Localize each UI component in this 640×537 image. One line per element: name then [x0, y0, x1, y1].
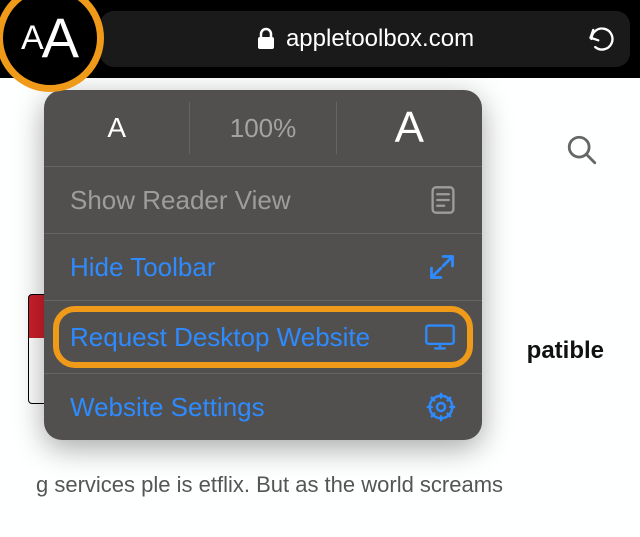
url-field[interactable]: appletoolbox.com: [100, 11, 630, 67]
request-desktop-website-item[interactable]: Request Desktop Website: [44, 301, 482, 373]
reader-icon: [420, 185, 456, 215]
search-icon: [565, 133, 599, 167]
hide-toolbar-item[interactable]: Hide Toolbar: [44, 234, 482, 300]
zoom-percent-label: 100%: [230, 113, 297, 144]
show-reader-view-label: Show Reader View: [70, 185, 291, 216]
gear-icon: [420, 392, 456, 422]
zoom-in-a-icon: A: [395, 103, 424, 153]
zoom-out-button[interactable]: A: [44, 90, 189, 166]
show-reader-view-item[interactable]: Show Reader View: [44, 167, 482, 233]
request-desktop-website-label: Request Desktop Website: [70, 322, 370, 353]
reload-icon: [588, 25, 616, 53]
website-settings-label: Website Settings: [70, 392, 265, 423]
article-headline: patible: [527, 333, 604, 369]
page-search-button[interactable]: [560, 128, 604, 172]
zoom-out-a-icon: A: [107, 112, 126, 144]
zoom-row: A 100% A: [44, 90, 482, 166]
reload-button[interactable]: [588, 25, 616, 53]
hide-toolbar-label: Hide Toolbar: [70, 252, 216, 283]
expand-icon: [420, 253, 456, 281]
website-settings-item[interactable]: Website Settings: [44, 374, 482, 440]
text-size-large-a-icon: A: [42, 10, 79, 66]
aa-popover: A 100% A Show Reader View Hide Toolbar: [44, 90, 482, 440]
text-size-small-a-icon: A: [21, 21, 44, 55]
article-body: g services ple is etflix. But as the wor…: [36, 468, 604, 502]
zoom-in-button[interactable]: A: [337, 90, 482, 166]
lock-icon: [256, 27, 276, 51]
url-domain: appletoolbox.com: [286, 25, 474, 53]
desktop-icon: [420, 323, 456, 351]
zoom-percent[interactable]: 100%: [190, 90, 335, 166]
